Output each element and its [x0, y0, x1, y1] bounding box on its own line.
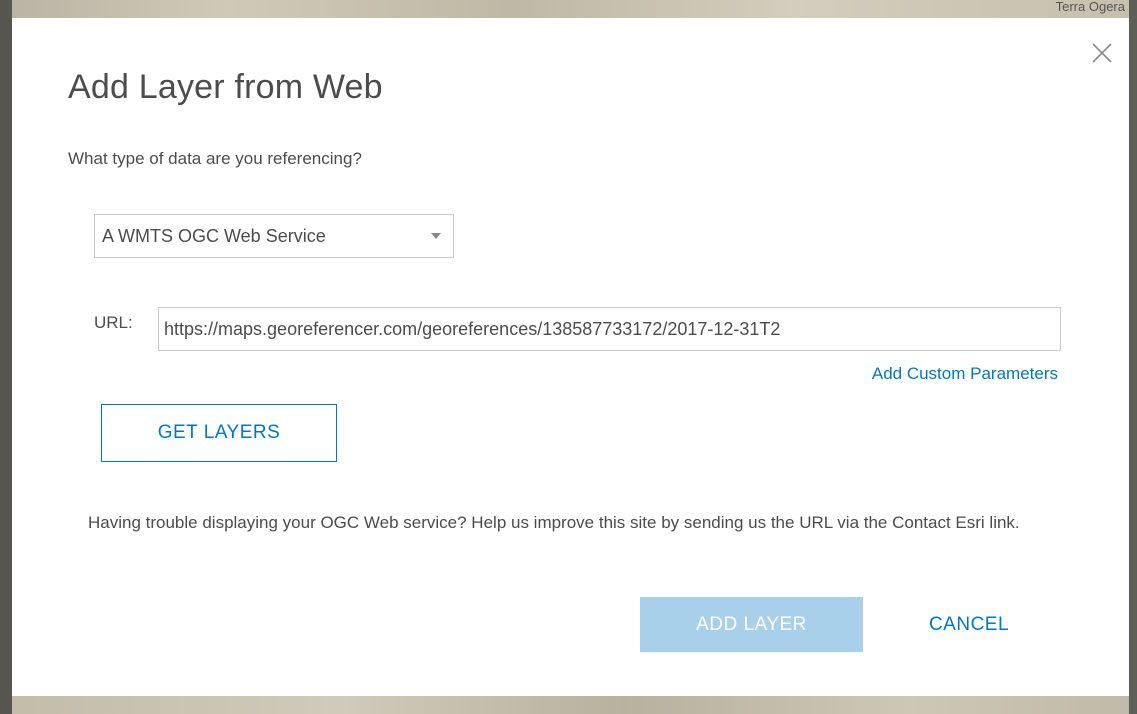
url-label: URL: [94, 313, 133, 332]
close-icon [1092, 43, 1112, 63]
data-type-selected-value: A WMTS OGC Web Service [102, 226, 326, 246]
chevron-down-icon [431, 233, 441, 239]
add-layer-button[interactable]: ADD LAYER [640, 597, 863, 652]
close-button[interactable] [1089, 40, 1115, 66]
data-type-question: What type of data are you referencing? [68, 149, 362, 168]
map-edge-bottom [0, 696, 1137, 714]
data-type-select[interactable]: A WMTS OGC Web Service [94, 214, 454, 258]
get-layers-button[interactable]: GET LAYERS [101, 404, 337, 462]
map-edge-top [0, 0, 1137, 18]
add-layer-dialog: Add Layer from Web What type of data are… [12, 18, 1129, 696]
cancel-button[interactable]: CANCEL [892, 597, 1046, 652]
help-text: Having trouble displaying your OGC Web s… [88, 513, 1020, 532]
map-place-label: Terra Ogera [1055, 0, 1125, 14]
map-edge-left [0, 0, 12, 714]
map-edge-right [1129, 0, 1137, 714]
url-input[interactable] [158, 307, 1061, 351]
dialog-title: Add Layer from Web [68, 68, 383, 106]
add-custom-parameters-link[interactable]: Add Custom Parameters [872, 364, 1058, 384]
